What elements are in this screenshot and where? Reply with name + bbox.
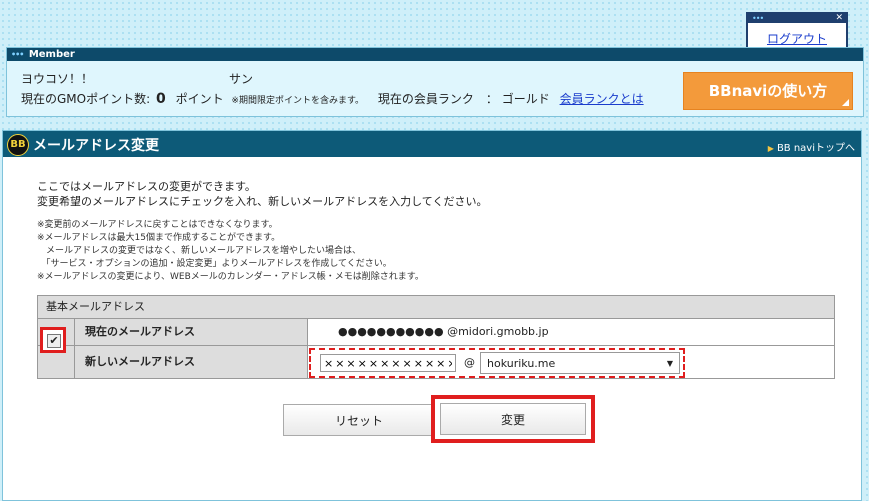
intro-text: ここではメールアドレスの変更ができます。 変更希望のメールアドレスにチェックを入… bbox=[37, 179, 487, 209]
new-address-label: 新しいメールアドレス bbox=[75, 346, 308, 378]
dots-icon: ••• bbox=[752, 14, 764, 23]
intro-line: 変更希望のメールアドレスにチェックを入れ、新しいメールアドレスを入力してください… bbox=[37, 195, 488, 208]
dots-icon: ••• bbox=[11, 50, 24, 59]
member-panel: ••• Member ヨウコソ！！ サン 現在のGMOポイント数: 0 ポイント… bbox=[6, 47, 864, 117]
current-address-label: 現在のメールアドレス bbox=[75, 319, 308, 345]
member-header: ••• Member bbox=[7, 48, 863, 61]
change-address-checkbox[interactable]: ✔ bbox=[47, 334, 61, 348]
rank-info-link[interactable]: 会員ランクとは bbox=[560, 92, 644, 106]
current-address-row: 現在のメールアドレス ●●●●●●●●●●● @midori.gmobb.jp bbox=[38, 319, 834, 346]
intro-line: ここではメールアドレスの変更ができます。 bbox=[37, 180, 256, 193]
domain-select-value: hokuriku.me bbox=[487, 357, 556, 370]
bbnavi-top-link-label: BB naviトップへ bbox=[776, 143, 855, 154]
close-icon[interactable]: ✕ bbox=[835, 13, 843, 23]
points-value: 0 bbox=[155, 91, 166, 107]
greeting-text: ヨウコソ！！ bbox=[21, 72, 94, 86]
at-sign: @ bbox=[464, 356, 475, 369]
chevron-down-icon: ▼ bbox=[666, 359, 673, 368]
points-note: ※期間限定ポイントを含みます。 bbox=[231, 96, 365, 106]
current-address-value: ●●●●●●●●●●● @midori.gmobb.jp bbox=[338, 325, 549, 338]
bb-logo-icon: BB bbox=[7, 134, 29, 156]
mail-change-panel: BB メールアドレス変更 ▶ BB naviトップへ ここではメールアドレスの変更… bbox=[2, 130, 862, 501]
domain-select[interactable]: hokuriku.me ▼ bbox=[480, 352, 680, 374]
new-address-input-group: @ hokuriku.me ▼ bbox=[309, 348, 685, 378]
rank-label: 現在の会員ランク ： bbox=[377, 92, 498, 106]
points-unit: ポイント bbox=[175, 92, 224, 106]
checkbox-highlight: ✔ bbox=[40, 327, 66, 353]
page-title: メールアドレス変更 bbox=[33, 138, 159, 154]
points-label: 現在のGMOポイント数: bbox=[21, 92, 151, 106]
bbnavi-howto-label: BBnaviの使い方 bbox=[708, 82, 828, 100]
note-line: ※メールアドレスは最大15個まで作成することができます。 bbox=[37, 233, 281, 243]
notes: ※変更前のメールアドレスに戻すことはできなくなります。 ※メールアドレスは最大1… bbox=[37, 219, 424, 284]
triangle-right-icon: ▶ bbox=[767, 144, 774, 153]
member-header-label: Member bbox=[28, 49, 75, 60]
address-table-header: 基本メールアドレス bbox=[38, 296, 834, 319]
logout-link[interactable]: ログアウト bbox=[748, 30, 846, 47]
logout-popup-titlebar: ••• ✕ bbox=[748, 13, 846, 23]
change-button[interactable]: 変更 bbox=[440, 403, 586, 435]
page-title-bar: BB メールアドレス変更 ▶ BB naviトップへ bbox=[3, 131, 861, 157]
new-address-local-input[interactable] bbox=[320, 354, 456, 372]
note-line: ※変更前のメールアドレスに戻すことはできなくなります。 bbox=[37, 220, 278, 230]
change-button-highlight: 変更 bbox=[431, 395, 595, 443]
note-line: 「サービス・オプションの追加・設定変更」よりメールアドレスを作成してください。 bbox=[37, 259, 392, 269]
note-line: メールアドレスの変更ではなく、新しいメールアドレスを増やしたい場合は、 bbox=[37, 246, 362, 256]
reset-button[interactable]: リセット bbox=[283, 404, 435, 436]
bbnavi-top-link[interactable]: ▶ BB naviトップへ bbox=[768, 139, 855, 154]
honorific-text: サン bbox=[229, 72, 254, 86]
greeting-line: ヨウコソ！！ サン bbox=[21, 70, 253, 87]
corner-arrow-icon bbox=[842, 99, 849, 106]
rank-value: ゴールド bbox=[501, 92, 550, 106]
points-line: 現在のGMOポイント数: 0 ポイント ※期間限定ポイントを含みます。 現在の会… bbox=[21, 90, 644, 107]
note-line: ※メールアドレスの変更により、WEBメールのカレンダー・アドレス帳・メモは削除さ… bbox=[37, 272, 424, 282]
bbnavi-howto-button[interactable]: BBnaviの使い方 bbox=[683, 72, 853, 110]
